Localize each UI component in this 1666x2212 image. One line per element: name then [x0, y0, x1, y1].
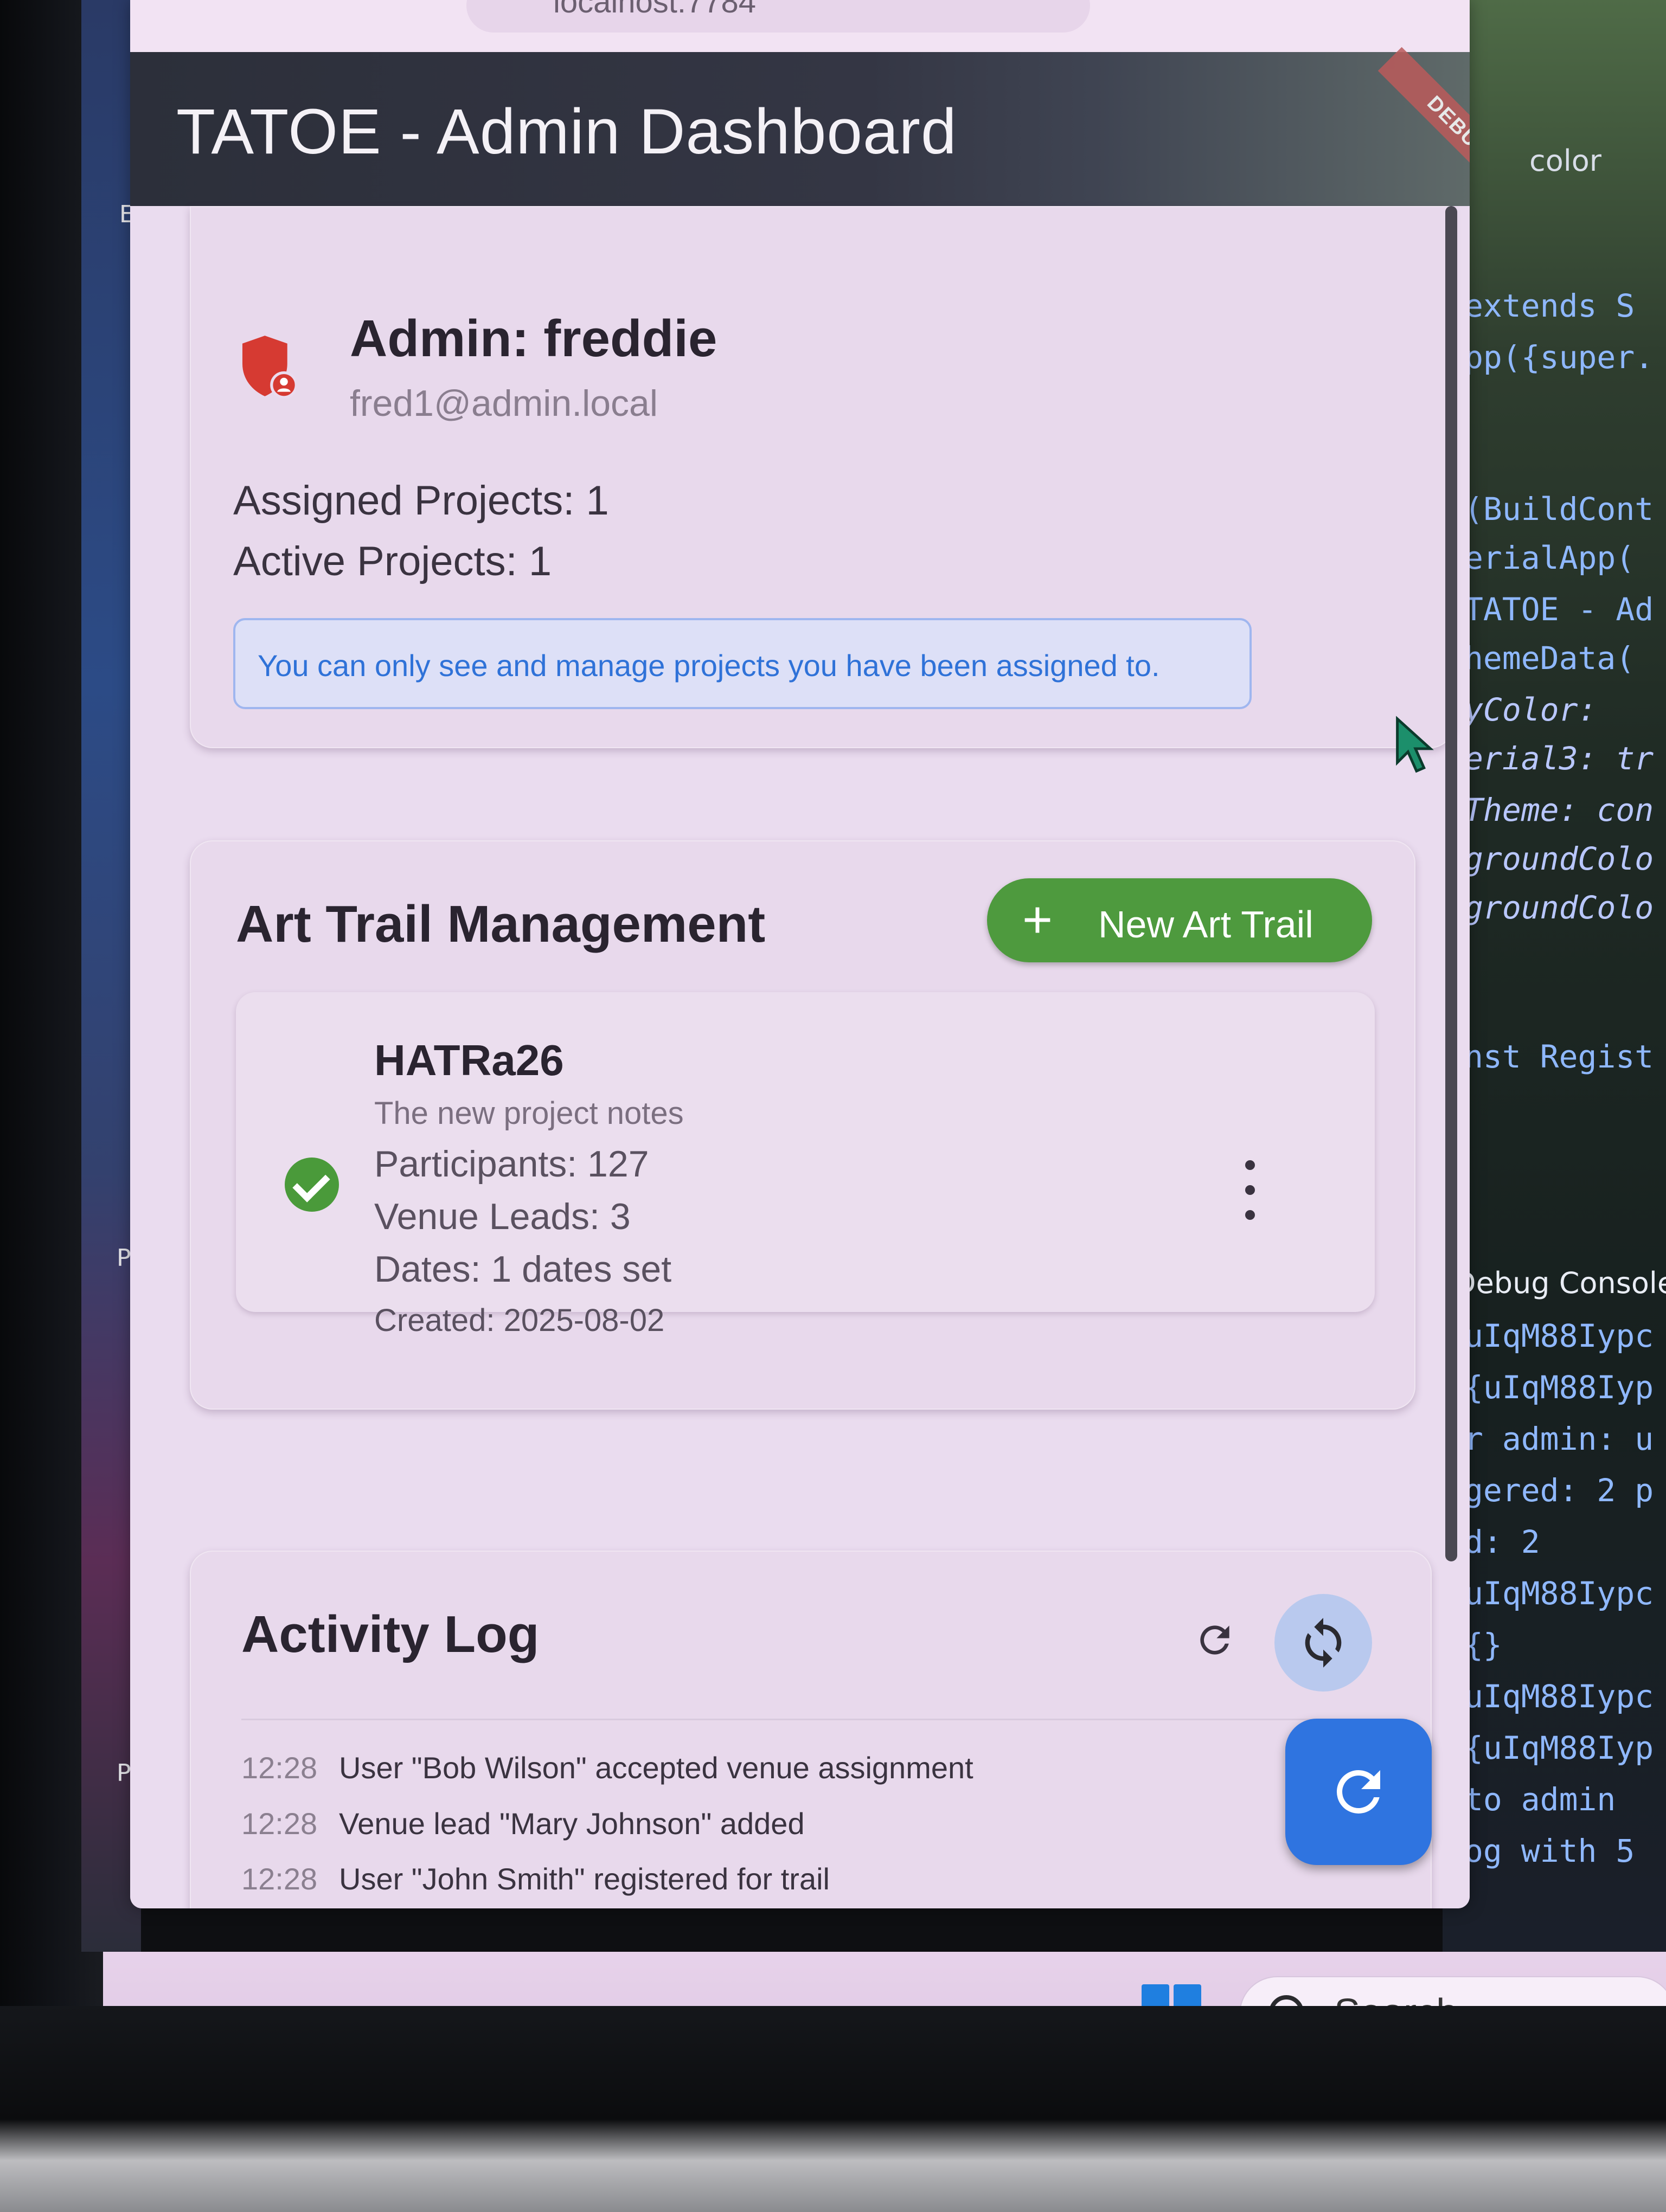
browser-address-text: localhost:7784: [553, 0, 757, 20]
refresh-icon: [1336, 1770, 1380, 1814]
console-line: {uIqM88Iyp: [1464, 1369, 1654, 1406]
log-message: Venue lead "Mary Johnson" added: [339, 1806, 805, 1841]
console-line: og with 5: [1464, 1832, 1635, 1869]
code-line: groundColo: [1464, 840, 1654, 877]
code-line: extends S: [1464, 287, 1635, 324]
app-title: TATOE - Admin Dashboard: [176, 96, 957, 168]
console-line: uIqM88Iypc: [1464, 1317, 1654, 1354]
section-heading: Activity Log: [241, 1605, 540, 1663]
dashboard-content: Admin: freddie fred1@admin.local Assigne…: [130, 206, 1470, 1908]
ide-tab-label: color: [1529, 144, 1601, 178]
code-line: Theme: con: [1464, 792, 1654, 828]
debug-console-header: Debug Console: [1453, 1266, 1666, 1300]
info-notice-text: You can only see and manage projects you…: [258, 648, 1160, 683]
assigned-projects-count: Assigned Projects: 1: [233, 478, 609, 524]
code-line: nst Regist: [1464, 1038, 1654, 1075]
list-item: 12:28 User "John Smith" registered for tr…: [241, 1861, 830, 1896]
trail-venue-leads: Venue Leads: 3: [374, 1196, 631, 1237]
console-line: {uIqM88Iyp: [1464, 1729, 1654, 1766]
console-line: uIqM88Iypc: [1464, 1575, 1654, 1612]
code-line: erial3: tr: [1464, 740, 1654, 777]
console-line: r admin: u: [1464, 1420, 1654, 1457]
console-line: d: 2: [1464, 1523, 1540, 1560]
trail-name: HATRa26: [374, 1036, 564, 1084]
desktop-edge-letter: P: [117, 1244, 131, 1272]
code-line: (BuildCont: [1464, 491, 1654, 528]
log-time: 12:28: [241, 1806, 318, 1841]
plus-icon: +: [1022, 891, 1053, 949]
vertical-scrollbar[interactable]: [1445, 206, 1457, 1561]
code-line: hemeData(: [1464, 640, 1635, 677]
admin-shield-icon: [242, 336, 296, 398]
more-vert-icon[interactable]: [1242, 1160, 1258, 1220]
refresh-icon[interactable]: [1193, 1618, 1236, 1662]
code-line: TATOE - Ad: [1464, 591, 1654, 628]
console-line: gered: 2 p: [1464, 1472, 1654, 1509]
trail-participants: Participants: 127: [374, 1143, 649, 1185]
list-item: 12:28 Venue lead "Mary Johnson" added: [241, 1806, 805, 1841]
log-message: User "John Smith" registered for trail: [339, 1862, 830, 1896]
code-line: groundColo: [1464, 889, 1654, 926]
laptop-bezel-bottom: [0, 2006, 1666, 2212]
section-heading: Art Trail Management: [236, 895, 766, 953]
activity-log-list: 12:28 User "Bob Wilson" accepted venue as…: [241, 1719, 1407, 1908]
log-time: 12:28: [241, 1862, 318, 1896]
mouse-pointer-icon: [1396, 716, 1434, 773]
admin-name: Admin: freddie: [350, 310, 717, 368]
ide-editor-background: color extends S pp({super. (BuildCont er…: [1443, 0, 1666, 1952]
new-art-trail-label: New Art Trail: [1098, 903, 1313, 946]
check-circle-icon: [285, 1158, 339, 1212]
desktop-edge-letter: P: [117, 1759, 131, 1787]
log-message: User "Bob Wilson" accepted venue assignm…: [339, 1751, 973, 1785]
code-line: yColor:: [1464, 691, 1597, 728]
sync-icon: [1305, 1618, 1342, 1668]
trail-notes: The new project notes: [374, 1096, 684, 1131]
admin-email: fred1@admin.local: [350, 383, 658, 424]
trail-dates: Dates: 1 dates set: [374, 1249, 672, 1290]
trail-created-date: Created: 2025-08-02: [374, 1303, 665, 1338]
list-item: 12:28 User "Bob Wilson" accepted venue as…: [241, 1750, 973, 1785]
console-line: uIqM88Iypc: [1464, 1678, 1654, 1715]
app-window: localhost:7784 TATOE - Admin Dashboard D…: [130, 0, 1470, 1908]
console-line: to admin: [1464, 1781, 1616, 1818]
console-line: {}: [1464, 1626, 1502, 1663]
log-time: 12:28: [241, 1751, 318, 1785]
active-projects-count: Active Projects: 1: [233, 538, 552, 584]
code-line: pp({super.: [1464, 339, 1654, 376]
code-line: erialApp(: [1464, 539, 1635, 576]
